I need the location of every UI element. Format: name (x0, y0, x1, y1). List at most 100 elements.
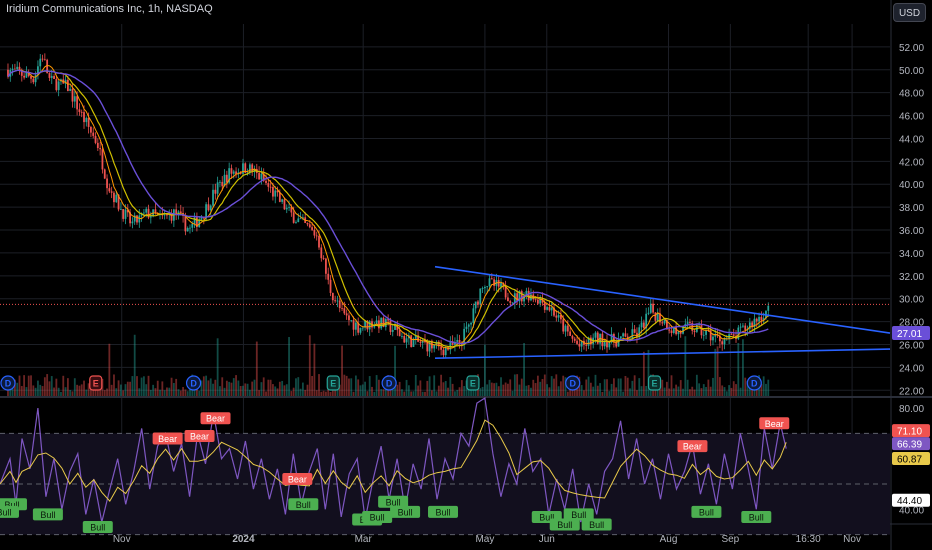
volume-bar (493, 383, 496, 396)
time-axis-label: Nov (113, 534, 131, 545)
volume-bar (433, 375, 436, 396)
candle (760, 316, 763, 321)
volume-bar (490, 382, 493, 396)
signal-text: Bear (206, 414, 225, 424)
volume-bar (359, 385, 362, 396)
candle (101, 149, 104, 170)
currency-button[interactable]: USD (893, 3, 926, 22)
volume-bar (373, 391, 376, 396)
candle (221, 181, 224, 187)
volume-bar (186, 391, 189, 396)
volume-bar (288, 337, 290, 396)
volume-bar (225, 380, 228, 396)
volume-bar (76, 384, 78, 396)
volume-bar (230, 382, 233, 396)
candle (186, 227, 189, 232)
volume-bar (712, 377, 714, 396)
candle (55, 78, 58, 91)
candle (744, 325, 747, 330)
volume-bar (640, 386, 643, 396)
candle (405, 338, 408, 343)
volume-bar (214, 379, 217, 396)
volume-bar (523, 343, 525, 396)
volume-bar (684, 336, 687, 396)
event-letter: E (652, 379, 658, 389)
candle (214, 189, 217, 194)
candle (689, 322, 691, 324)
volume-bar (619, 378, 622, 396)
signal-text: Bull (435, 507, 450, 517)
price-tick-label: 36.00 (899, 226, 924, 237)
candle (131, 221, 134, 224)
volume-bar (205, 375, 208, 396)
volume-bar (631, 380, 634, 396)
candle (573, 338, 576, 341)
candle (470, 322, 472, 325)
candle (622, 333, 625, 337)
signal-text: Bear (190, 431, 209, 441)
volume-bar (83, 380, 85, 396)
volume-bar (117, 380, 120, 396)
candle (39, 58, 42, 67)
candle (106, 178, 108, 189)
signal-text: Bull (386, 497, 401, 507)
event-letter: D (190, 379, 197, 389)
candle (361, 327, 364, 329)
candle (191, 223, 194, 228)
volume-bar (569, 389, 572, 396)
event-letter: E (93, 379, 99, 389)
candle (562, 319, 565, 332)
volume-bar (723, 387, 726, 396)
volume-bar (260, 382, 263, 396)
volume-bar (599, 383, 601, 396)
volume-bar (382, 389, 385, 396)
volume-bar (292, 387, 295, 396)
volume-bar (536, 375, 539, 396)
volume-bar (488, 379, 491, 396)
volume-bar (424, 391, 426, 396)
volume-bar (182, 387, 184, 396)
volume-bar (550, 376, 553, 396)
candle (274, 190, 277, 197)
candle (285, 207, 288, 210)
volume-bar (147, 375, 150, 396)
volume-bar (705, 386, 707, 396)
volume-bar (530, 387, 532, 396)
volume-bar (228, 381, 231, 396)
candle (571, 335, 574, 339)
volume-bar (57, 387, 60, 396)
candle (83, 112, 85, 123)
volume-bar (265, 391, 267, 396)
volume-bar (516, 374, 519, 396)
volume-bar (366, 391, 369, 396)
candle (474, 301, 477, 309)
candle (80, 111, 83, 113)
volume-bar (64, 387, 67, 396)
volume-bar (691, 386, 694, 396)
candle (90, 126, 92, 133)
candle (119, 209, 122, 210)
candle (145, 208, 148, 213)
volume-bar (431, 390, 433, 396)
volume-bar (378, 379, 380, 396)
candle (467, 324, 470, 327)
volume-bar (709, 386, 712, 396)
candle (306, 222, 309, 225)
volume-bar (18, 375, 21, 396)
candle (16, 66, 19, 70)
volume-bar (242, 385, 244, 396)
price-chart[interactable]: 52.00 50.00 48.00 46.00 44.00 42.00 40.00 38.00… (0, 0, 932, 550)
volume-bar (700, 388, 703, 396)
volume-bar (140, 377, 143, 396)
volume-bar (129, 381, 131, 396)
candle (318, 235, 320, 248)
candle (732, 334, 735, 336)
candle (619, 336, 622, 339)
rsi-value-text: 66.39 (897, 440, 922, 451)
event-letter: D (751, 379, 758, 389)
volume-bar (308, 335, 311, 396)
volume-bar (177, 389, 180, 396)
volume-bar (331, 389, 334, 396)
volume-bar (539, 381, 542, 396)
chart-title: Iridium Communications Inc, 1h, NASDAQ (6, 3, 213, 15)
